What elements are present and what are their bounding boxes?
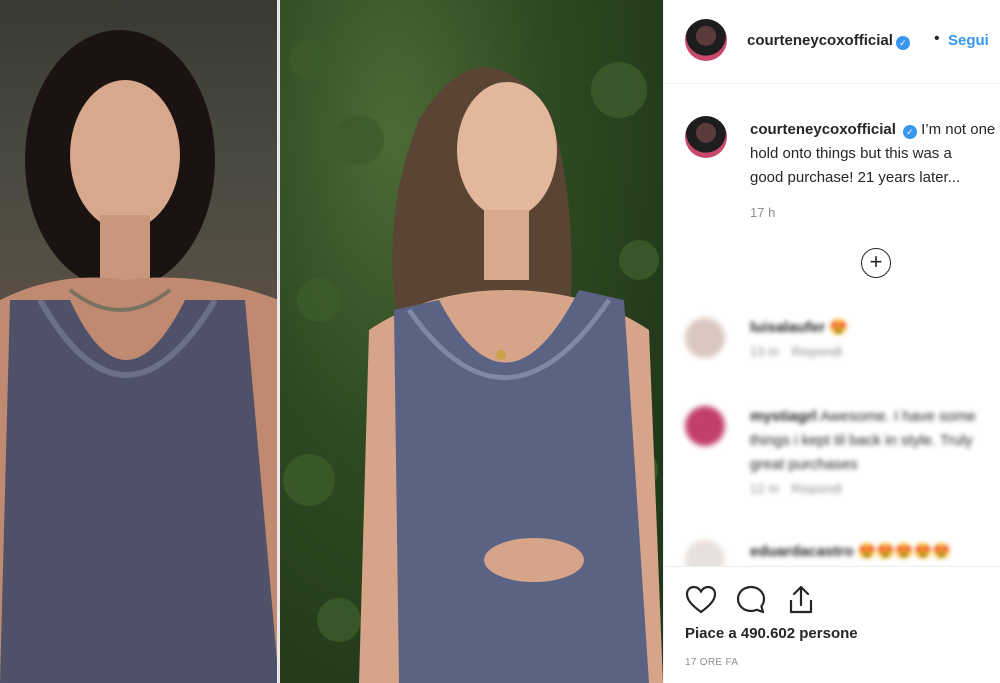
caption-text-1: I’m not one to [921,121,1000,138]
comment-text-3: great purchases [750,456,858,473]
header-username-wrap: courteneycoxofficial ✓ [747,32,910,50]
post-timestamp[interactable]: 17 ORE FA [685,657,738,668]
comment-item: luisalaufer 😍 13 m Rispondi [750,316,1000,364]
caption-username[interactable]: courteneycoxofficial [750,121,896,138]
caption-text-3: good purchase! 21 years later... [750,169,961,186]
avatar[interactable] [685,19,727,61]
comment-text: 😍😍😍😍😍 [857,543,951,560]
reply-button[interactable]: Rispondi [791,344,842,359]
comment-username[interactable]: luisalaufer [750,319,825,336]
comment-avatar[interactable] [685,406,725,446]
woman-brown-hair-illustration [283,40,663,683]
verified-icon: ✓ [895,36,910,50]
comment-text: 😍 [829,319,848,336]
image-divider [277,0,280,683]
heart-icon[interactable] [684,583,718,617]
post-sidebar: courteneycoxofficial ✓ • Segui courteneyc… [663,0,1000,683]
photo-left-1998 [0,0,279,683]
post-actions: Piace a 490.602 persone 17 ORE FA [664,566,1000,683]
caption-text-2: hold onto things but this was a [750,145,952,162]
comment-avatar[interactable] [685,318,725,358]
photo-right-2019 [279,0,663,683]
follow-button[interactable]: Segui [948,32,989,49]
header-username[interactable]: courteneycoxofficial [747,32,893,49]
caption: courteneycoxofficial ✓ I’m not one to hol… [750,118,1000,190]
verified-icon: ✓ [902,125,917,139]
comment-text-2: things i kept til back in style. Truly [750,432,973,449]
share-icon[interactable] [784,583,818,617]
woman-dark-hair-illustration [0,30,279,683]
caption-avatar[interactable] [685,116,727,158]
likes-count[interactable]: Piace a 490.602 persone [685,625,858,642]
comment-item: eduardacastro 😍😍😍😍😍 [750,540,1000,564]
comment-time: 12 m [750,481,779,496]
post-header: courteneycoxofficial ✓ • Segui [664,0,1000,84]
reply-button[interactable]: Rispondi [791,481,842,496]
load-more-comments-button[interactable]: + [861,248,891,278]
caption-time: 17 h [750,205,776,220]
separator-dot: • [934,30,940,47]
comment-username[interactable]: mystiagrl [750,408,817,425]
post-image[interactable] [0,0,663,683]
comment-item: mystiagrl Awesome. I have some things i … [750,405,1000,501]
comment-icon[interactable] [734,583,768,617]
comment-text: Awesome. I have some [820,408,976,425]
comment-username[interactable]: eduardacastro [750,543,853,560]
comment-time: 13 m [750,344,779,359]
